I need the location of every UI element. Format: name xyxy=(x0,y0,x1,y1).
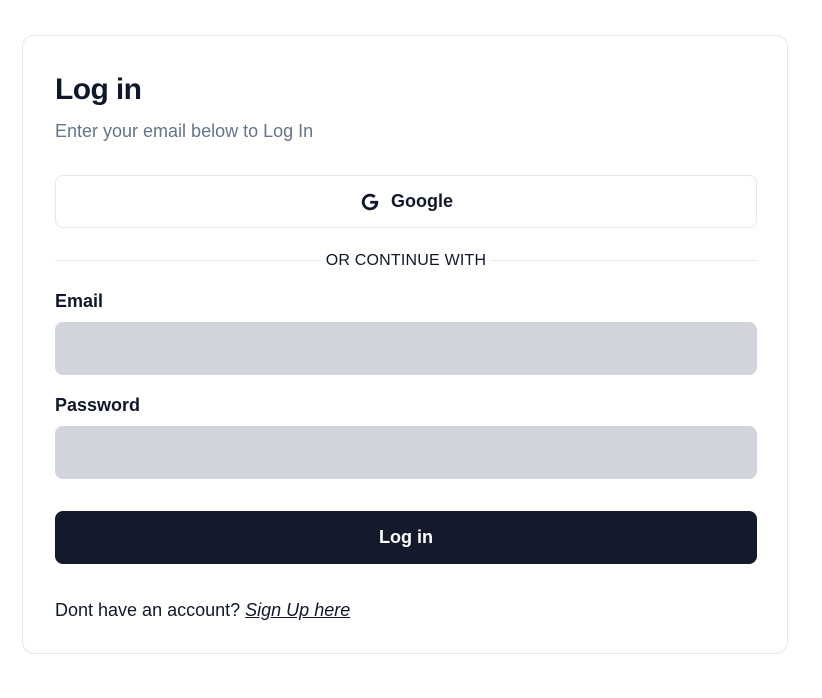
signup-prompt-text: Dont have an account? xyxy=(55,600,241,620)
signup-link[interactable]: Sign Up here xyxy=(245,600,350,620)
password-field[interactable] xyxy=(55,426,757,479)
google-g-icon xyxy=(359,191,381,213)
email-label: Email xyxy=(55,291,104,311)
login-submit-button[interactable]: Log in xyxy=(55,511,757,564)
google-login-button[interactable]: Google xyxy=(55,175,757,228)
email-field[interactable] xyxy=(55,322,757,375)
login-card: Log in Enter your email below to Log In … xyxy=(22,35,788,654)
page-title: Log in xyxy=(55,73,142,106)
or-divider: OR CONTINUE WITH xyxy=(55,249,757,273)
google-login-label: Google xyxy=(391,191,453,211)
signup-prompt: Dont have an account? Sign Up here xyxy=(55,598,350,622)
divider-text: OR CONTINUE WITH xyxy=(321,249,491,273)
page-subtitle: Enter your email below to Log In xyxy=(55,121,314,141)
password-label: Password xyxy=(55,395,141,415)
